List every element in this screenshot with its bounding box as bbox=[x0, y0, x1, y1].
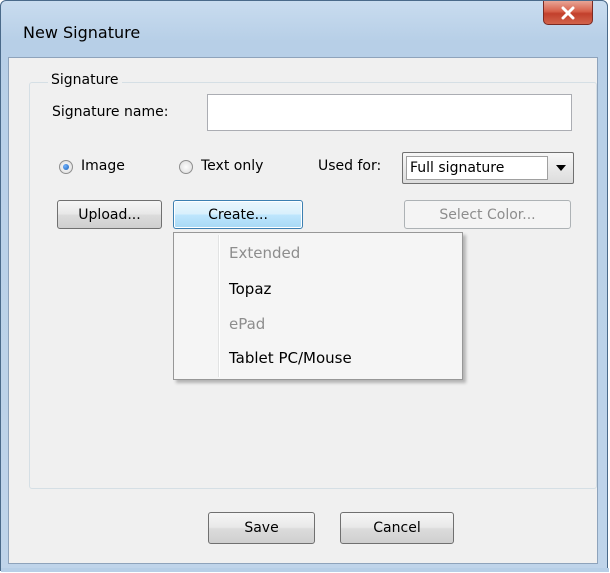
window-title: New Signature bbox=[23, 23, 141, 42]
image-radio[interactable] bbox=[59, 160, 73, 174]
signature-name-input[interactable] bbox=[207, 94, 572, 131]
text-only-radio[interactable] bbox=[179, 160, 193, 174]
groupbox-title: Signature bbox=[48, 72, 122, 88]
text-only-radio-label[interactable]: Text only bbox=[201, 158, 263, 174]
create-dropdown-menu: Extended Topaz ePad Tablet PC/Mouse bbox=[173, 232, 463, 380]
close-button[interactable] bbox=[543, 1, 593, 25]
cancel-button[interactable]: Cancel bbox=[340, 512, 454, 544]
upload-button[interactable]: Upload... bbox=[57, 200, 162, 229]
image-radio-label[interactable]: Image bbox=[81, 158, 125, 174]
close-icon bbox=[561, 6, 575, 19]
menu-item-extended[interactable]: Extended bbox=[176, 237, 460, 269]
menu-item-epad[interactable]: ePad bbox=[176, 308, 460, 340]
save-button[interactable]: Save bbox=[208, 512, 315, 544]
title-bar[interactable]: New Signature bbox=[1, 1, 607, 57]
signature-name-label: Signature name: bbox=[52, 104, 169, 120]
create-button[interactable]: Create... bbox=[173, 200, 303, 229]
used-for-label: Used for: bbox=[318, 158, 382, 174]
select-color-button[interactable]: Select Color... bbox=[404, 200, 571, 229]
used-for-selected-value: Full signature bbox=[406, 156, 548, 180]
window-bottom-border bbox=[1, 568, 609, 572]
menu-item-topaz[interactable]: Topaz bbox=[176, 273, 460, 305]
used-for-select[interactable]: Full signature bbox=[402, 152, 574, 184]
chevron-down-icon bbox=[556, 165, 566, 171]
menu-item-tablet-pc-mouse[interactable]: Tablet PC/Mouse bbox=[176, 342, 460, 374]
